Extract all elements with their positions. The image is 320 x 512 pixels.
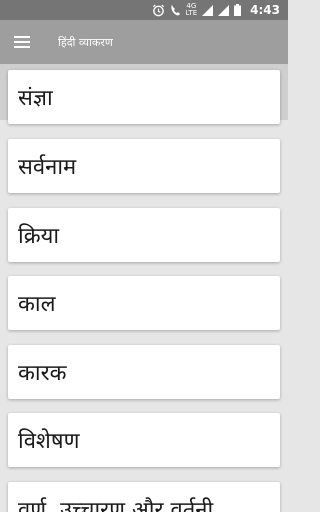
lte-label: LTE [185,9,198,17]
signal-icon [202,4,214,16]
wifi-calling-icon [170,4,181,16]
4g-lte-icon: 4G LTE [186,3,198,17]
list-item[interactable]: विशेषण [8,413,280,467]
signal-icon [218,4,230,16]
hamburger-menu-icon[interactable] [0,20,44,64]
list-item[interactable]: क्रिया [8,208,280,262]
app-bar: हिंदी व्याकरण [0,20,288,64]
list-item[interactable]: सर्वनाम [8,139,280,193]
battery-icon [234,4,242,16]
list-item[interactable]: वर्ण, उच्चारण और वर्तनी [8,482,280,512]
list-item[interactable]: संज्ञा [8,70,280,124]
app-title: हिंदी व्याकरण [58,35,113,49]
status-bar: 4G LTE 4:43 [0,0,288,20]
alarm-icon [152,4,165,17]
topic-list: संज्ञा सर्वनाम क्रिया काल कारक विशेषण वर… [0,64,288,512]
status-time: 4:43 [250,3,280,17]
list-item[interactable]: कारक [8,345,280,399]
list-item[interactable]: काल [8,276,280,330]
